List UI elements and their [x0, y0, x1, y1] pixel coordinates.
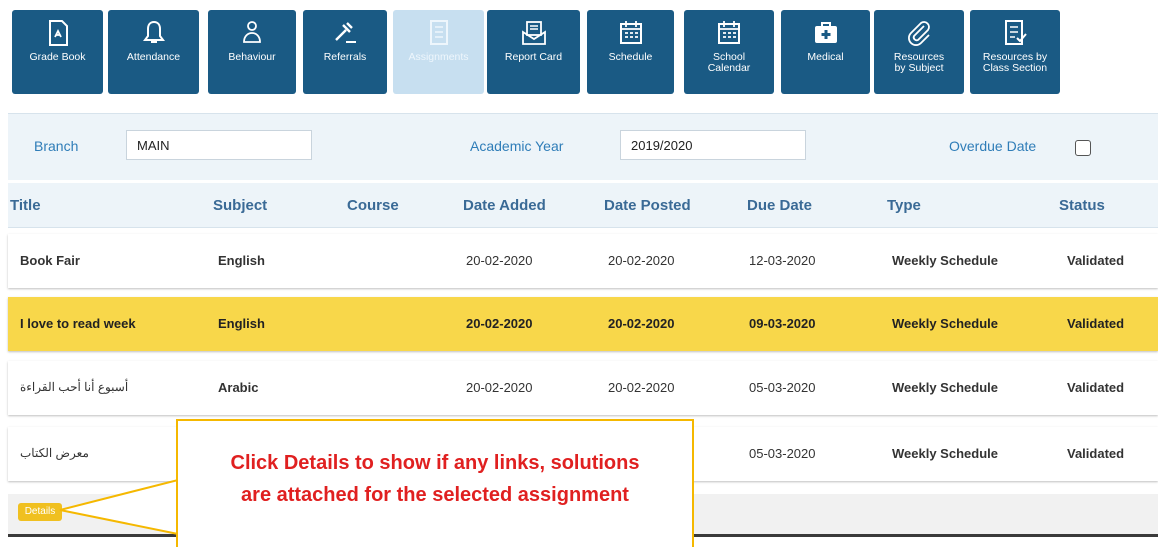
callout-text: Click Details to show if any links, solu… [178, 447, 692, 511]
callout-line-2: are attached for the selected assignment [241, 484, 629, 506]
callout-line-1: Click Details to show if any links, solu… [230, 452, 640, 474]
callout-box: Click Details to show if any links, solu… [176, 419, 694, 547]
